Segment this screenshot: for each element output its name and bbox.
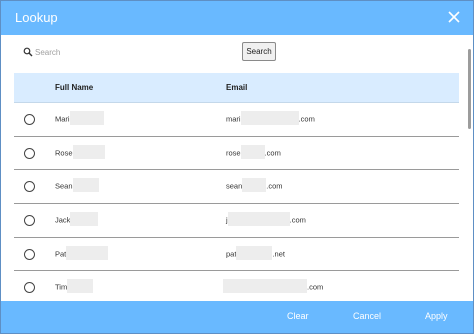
column-header-email: Email [226,83,248,92]
email-prefix: mari [226,114,241,124]
dialog-footer: Clear Cancel Apply [1,301,473,333]
email-prefix: sean [226,181,243,191]
dialog-title: Lookup [15,10,58,25]
row-select-radio[interactable] [24,248,35,260]
clear-button[interactable]: Clear [287,311,309,321]
full-name-text: Pat [55,249,67,259]
full-name-cell: Tim [55,279,94,294]
table-row[interactable]: Mari mari .com [14,103,459,137]
search-row: Search [1,35,473,73]
redaction-block [223,279,307,294]
email-cell: mari .com [226,111,315,125]
email-cell: pat .net [226,245,285,260]
redaction-block [227,212,290,227]
email-cell: j.com [226,212,306,227]
email-suffix: .com [266,181,283,191]
row-select-radio[interactable] [24,282,35,294]
table-row[interactable]: Pat pat .net [14,237,459,272]
email-suffix: .net [272,249,285,259]
full-name-cell: Sean [55,178,99,193]
full-name-cell: Mari [55,111,104,125]
full-name-text: Tim [55,282,68,292]
redaction-block [69,111,104,125]
full-name-cell: Rose [55,144,105,159]
row-select-radio[interactable] [24,215,35,227]
redaction-block [67,279,94,294]
table-header: Full Name Email [14,73,459,103]
redaction-block [72,144,105,159]
results-table: Full Name Email Mari mari .com Rose rose.… [14,73,459,301]
search-button[interactable]: Search [242,42,276,61]
email-suffix: .com [289,215,306,225]
search-icon [23,47,33,57]
lookup-dialog: Lookup Search Full Name Email Mari mari.… [0,0,474,334]
redaction-block [66,245,109,260]
cancel-button[interactable]: Cancel [353,311,381,321]
table-row[interactable]: Jack j.com [14,204,459,238]
full-name-text: Mari [55,114,70,124]
scrollbar-thumb[interactable] [468,49,471,129]
redaction-block [240,111,299,125]
email-suffix: .com [307,282,324,292]
email-cell: sean .com [226,178,283,193]
row-select-radio[interactable] [24,181,35,193]
email-suffix: .com [298,114,315,124]
table-row[interactable]: Rose rose .com [14,136,459,171]
full-name-text: Rose [55,148,73,158]
search-input[interactable] [35,43,225,61]
redaction-block [70,212,99,227]
apply-button[interactable]: Apply [425,311,448,321]
full-name-cell: Pat [55,245,109,260]
row-select-radio[interactable] [24,147,35,159]
email-prefix: pat [226,249,237,259]
column-header-full-name: Full Name [55,83,94,92]
full-name-cell: Jack [55,212,99,227]
close-icon[interactable] [446,9,462,25]
email-cell: .com [223,279,324,294]
redaction-block [72,178,99,193]
table-row[interactable]: Tim .com [14,271,459,301]
table-row[interactable]: Sean sean .com [14,170,459,205]
email-suffix: .com [264,148,281,158]
row-select-radio[interactable] [24,114,35,125]
full-name-text: Jack [55,215,71,225]
redaction-block [242,178,267,193]
email-cell: rose .com [226,144,281,159]
redaction-block [240,144,265,159]
email-prefix: rose [226,148,241,158]
redaction-block [236,245,273,260]
dialog-titlebar: Lookup [1,1,473,35]
full-name-text: Sean [55,181,73,191]
